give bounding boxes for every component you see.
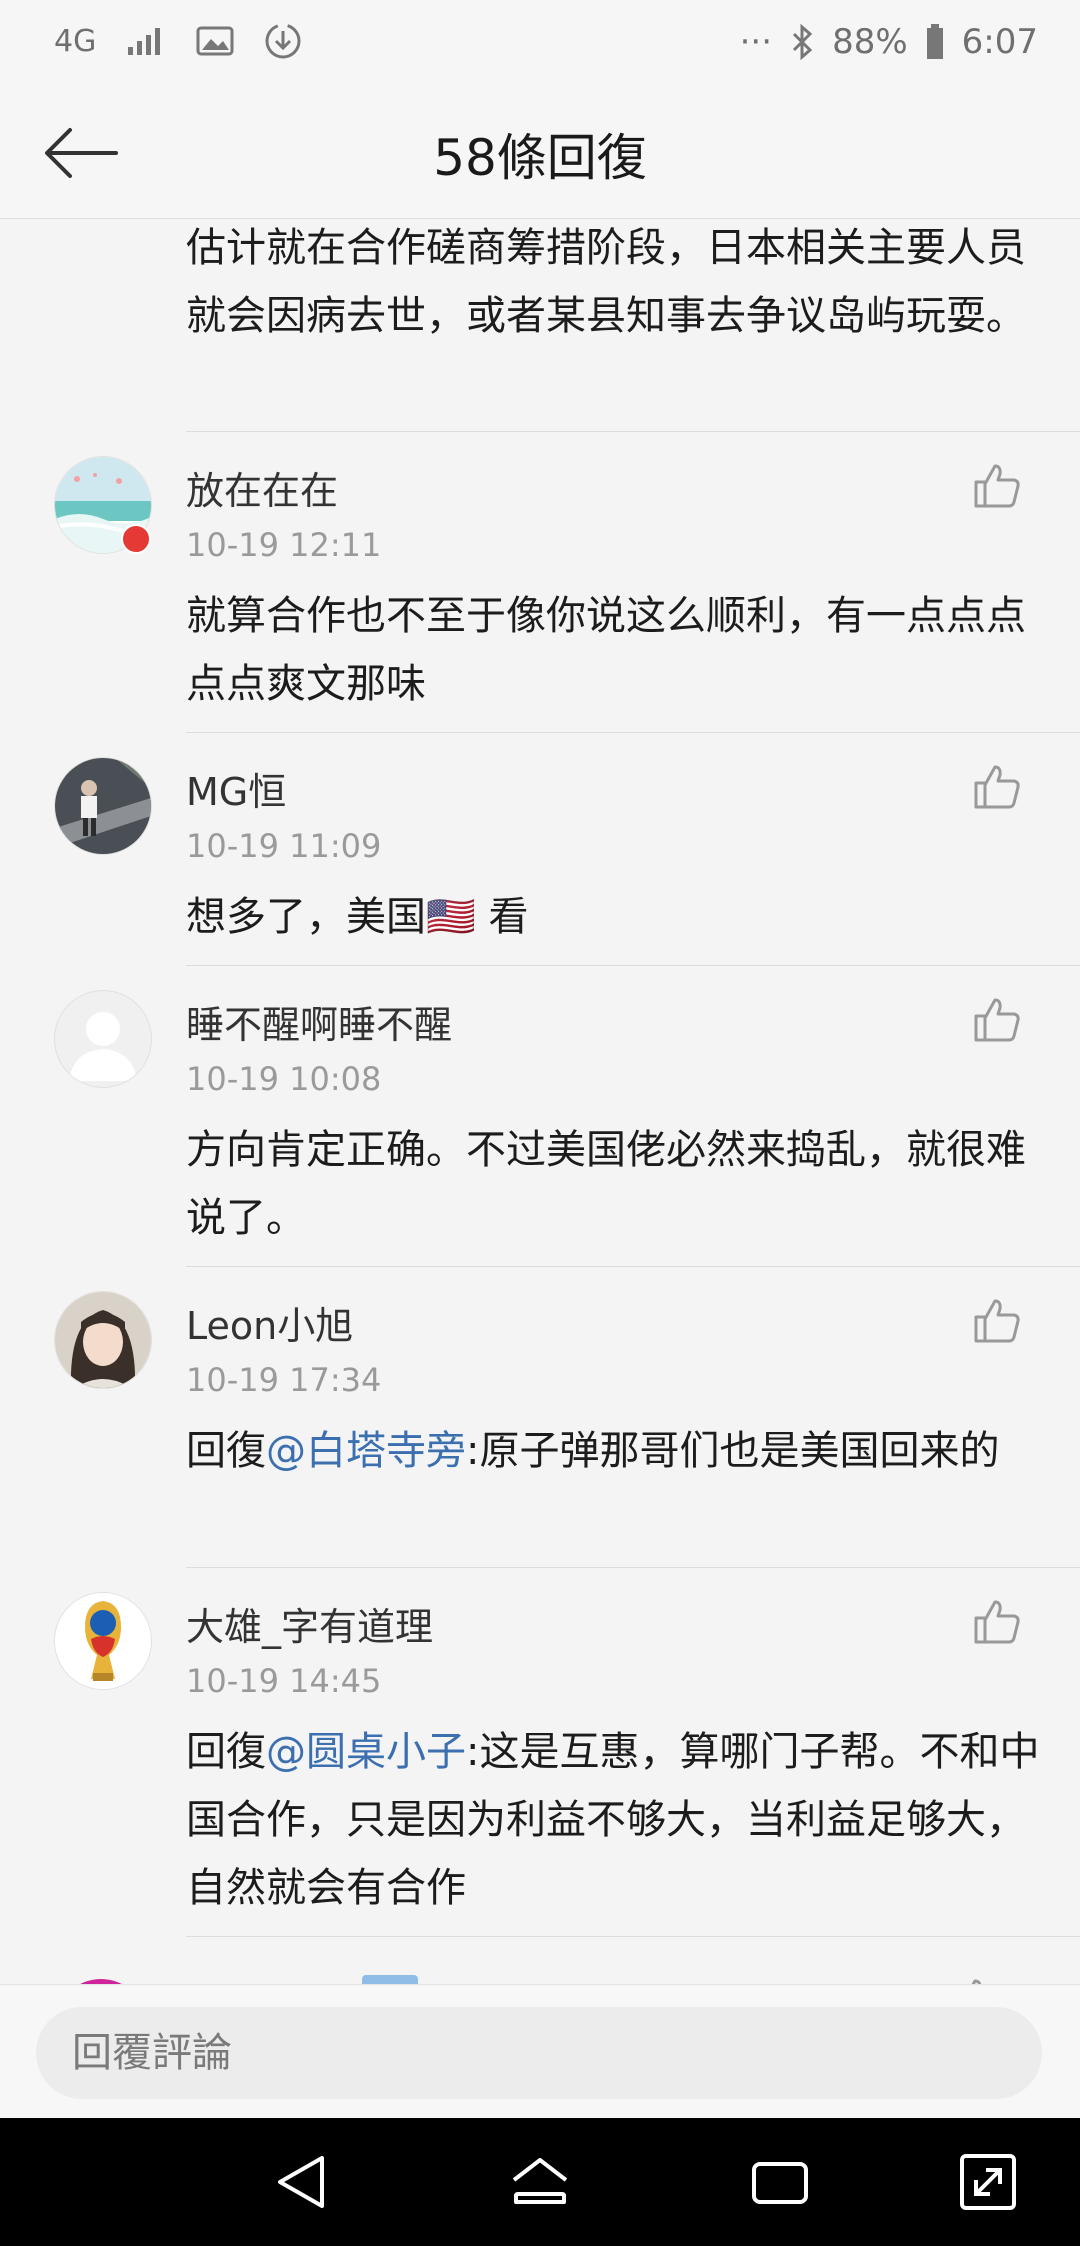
avatar[interactable] (54, 757, 152, 855)
comment-body: 方向肯定正确。不过美国佬必然来捣乱，就很难说了。 (186, 1127, 1026, 1241)
nav-back-icon (278, 2156, 324, 2208)
status-bar: 4G ··· 88% 6:07 (0, 0, 1080, 90)
like-button[interactable] (972, 761, 1022, 811)
comment-body: 回復@白塔寺旁:原子弹那哥们也是美国回来的 (186, 1417, 1046, 1485)
more-notifications-icon: ··· (739, 22, 773, 62)
signal-icon (126, 25, 166, 57)
battery-icon (926, 24, 944, 60)
comment-list[interactable]: 估计就在合作磋商筹措阶段，日本相关主要人员就会因病去世，或者某县知事去争议岛屿玩… (0, 219, 1080, 1984)
comment-body: 回復@圆桌小子:这是互惠，算哪门子帮。不和中国合作，只是因为利益不够大，当利益足… (186, 1718, 1046, 1922)
timestamp: 10-19 12:11 (186, 526, 382, 564)
nav-fullscreen-button[interactable] (956, 2150, 1020, 2214)
thumbs-up-icon[interactable] (952, 1975, 1002, 1984)
thumbs-up-icon (974, 1299, 1020, 1343)
comment-text: 看 (475, 894, 529, 940)
image-icon (196, 25, 234, 57)
download-icon (264, 22, 302, 60)
thumbs-up-icon (974, 765, 1020, 809)
nav-back-button[interactable] (270, 2150, 334, 2214)
comment-body: 想多了，美国🇺🇸 看 (186, 883, 1046, 951)
comment-body-partial: 估计就在合作磋商筹措阶段，日本相关主要人员就会因病去世，或者某县知事去争议岛屿玩… (186, 225, 1026, 339)
comment-item[interactable]: 大雄_字有道理 10-19 14:45 回復@圆桌小子:这是互惠，算哪门子帮。不… (0, 1568, 1080, 1936)
user-mention-link[interactable]: @圆桌小子 (266, 1729, 466, 1775)
username[interactable]: MG恒 (186, 761, 286, 816)
like-button[interactable] (972, 994, 1022, 1044)
user-mention-link[interactable]: @白塔寺旁 (266, 1428, 466, 1474)
comment-item-partial[interactable]: 黑钻2012 (0, 1963, 1080, 1984)
like-button[interactable] (972, 460, 1022, 510)
like-button[interactable] (972, 1596, 1022, 1646)
like-button[interactable] (972, 1295, 1022, 1345)
thumbs-up-icon (974, 998, 1020, 1042)
username[interactable]: 睡不醒啊睡不醒 (186, 994, 452, 1049)
username[interactable]: 大雄_字有道理 (186, 1596, 433, 1651)
reply-prefix: 回復 (186, 1729, 266, 1775)
timestamp: 10-19 17:34 (186, 1361, 382, 1399)
clock: 6:07 (961, 22, 1038, 62)
expand-icon (960, 2154, 1016, 2210)
timestamp: 10-19 10:08 (186, 1060, 382, 1098)
nav-home-icon (512, 2158, 568, 2204)
avatar[interactable] (54, 990, 152, 1088)
page-title: 58條回復 (433, 129, 647, 187)
timestamp: 10-19 14:45 (186, 1662, 382, 1700)
username[interactable]: 黑钻2012 (186, 1973, 359, 1984)
system-nav-bar (0, 2118, 1080, 2246)
battery-percent: 88% (832, 22, 908, 62)
bluetooth-icon (790, 24, 814, 60)
app-header: 58條回復 (0, 90, 1080, 219)
comment-item[interactable]: Leon小旭 10-19 17:34 回復@白塔寺旁:原子弹那哥们也是美国回来的 (0, 1267, 1080, 1567)
thumbs-up-icon (974, 1600, 1020, 1644)
verified-badge-icon (121, 524, 151, 554)
world-cup-trophy-icon (55, 1593, 151, 1689)
thumbs-up-icon (974, 464, 1020, 508)
avatar[interactable] (54, 1291, 152, 1389)
us-flag-emoji: 🇺🇸 (426, 894, 476, 940)
nav-recents-icon (752, 2162, 808, 2204)
username[interactable]: Leon小旭 (186, 1295, 353, 1350)
nav-home-button[interactable] (508, 2150, 572, 2214)
avatar[interactable] (54, 1592, 152, 1690)
reply-prefix: 回復 (186, 1428, 266, 1474)
fan-badge-icon (362, 1975, 418, 1984)
timestamp: 10-19 11:09 (186, 827, 382, 865)
default-avatar-icon (69, 1012, 137, 1081)
comment-body: 就算合作也不至于像你说这么顺利，有一点点点点点爽文那味 (186, 593, 1026, 707)
comment-item[interactable]: 放在在在 10-19 12:11 就算合作也不至于像你说这么顺利，有一点点点点点… (0, 432, 1080, 732)
username[interactable]: 放在在在 (186, 460, 338, 515)
comment-text: :原子弹那哥们也是美国回来的 (466, 1428, 1000, 1474)
comment-text: 想多了，美国 (186, 894, 426, 940)
network-type: 4G (54, 23, 97, 59)
reply-comment-input[interactable] (36, 2007, 1042, 2099)
reply-bar (0, 1984, 1080, 2119)
comment-item[interactable]: MG恒 10-19 11:09 想多了，美国🇺🇸 看 (0, 733, 1080, 965)
divider (186, 1936, 1080, 1937)
comment-item[interactable]: 睡不醒啊睡不醒 10-19 10:08 方向肯定正确。不过美国佬必然来捣乱，就很… (0, 966, 1080, 1266)
nav-recents-button[interactable] (748, 2150, 812, 2214)
